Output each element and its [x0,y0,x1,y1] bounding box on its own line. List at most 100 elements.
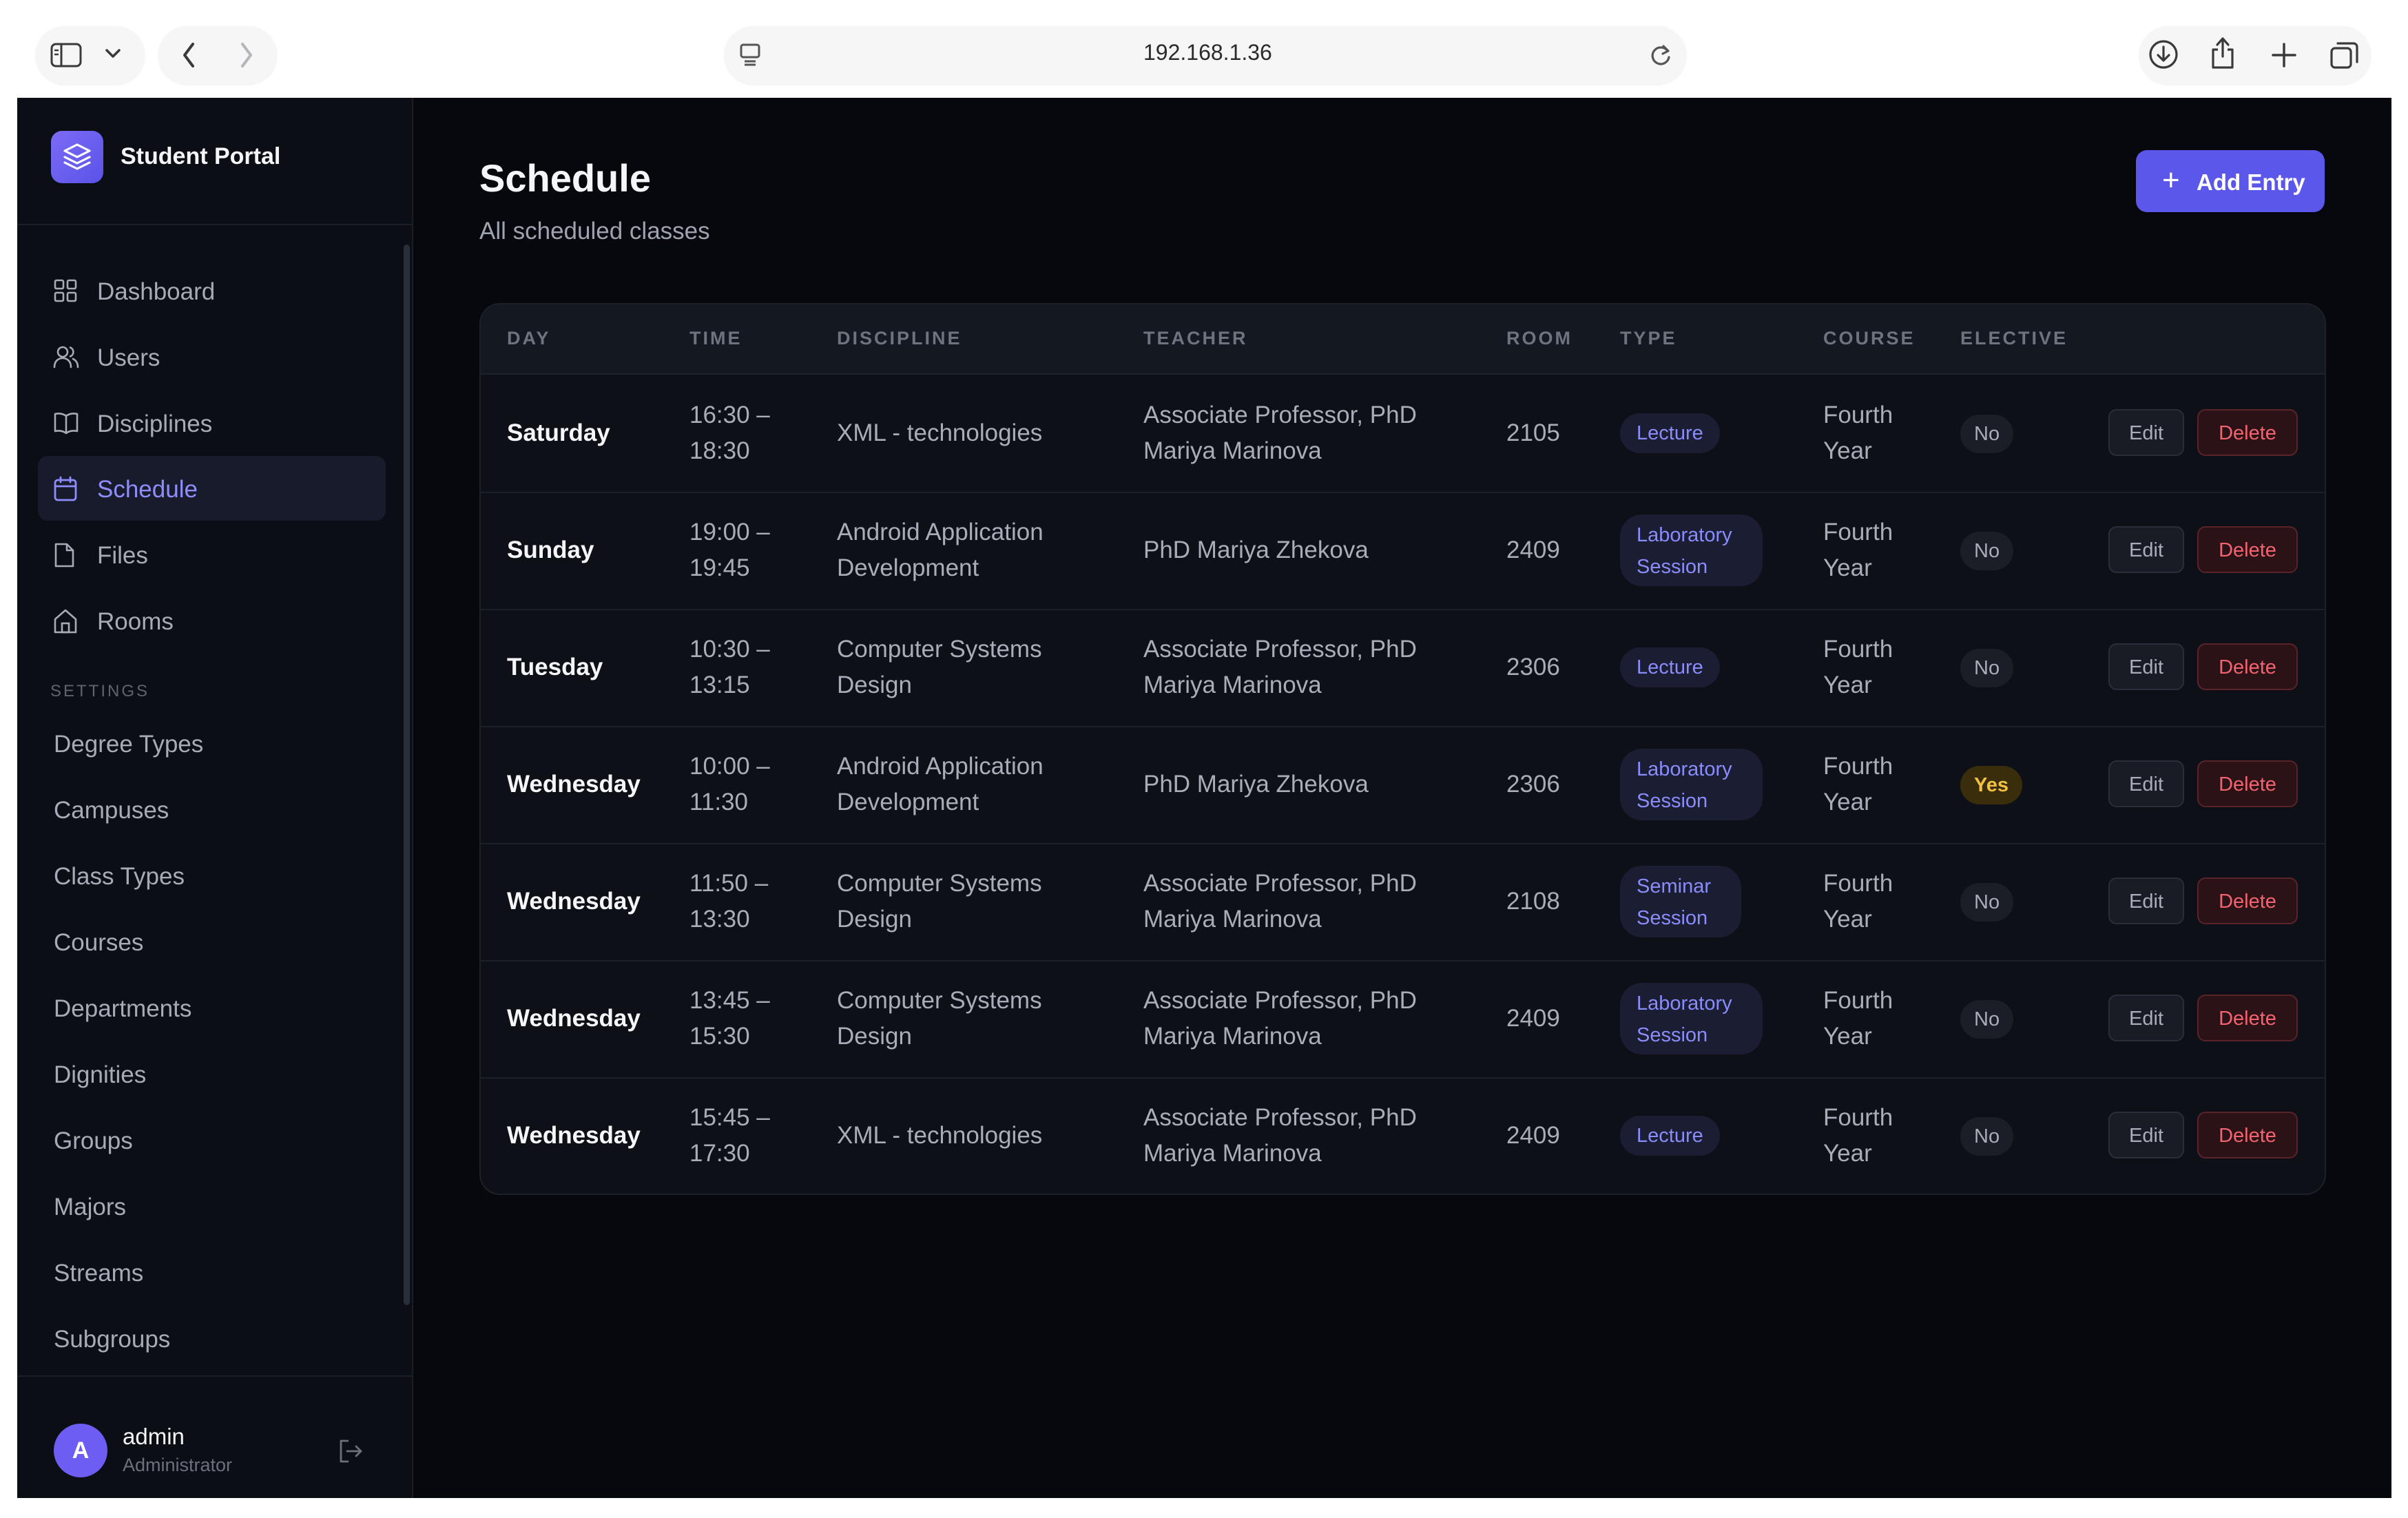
column-header-day: DAY [507,328,551,349]
cell-time-line: 16:30 – [689,402,770,428]
tab-overview-icon[interactable] [2329,40,2360,70]
sidebar-item-schedule[interactable]: Schedule [38,456,386,521]
app-window: Student Portal Dashboard Users Disciplin… [17,98,2391,1498]
elective-badge: No [1960,415,2014,453]
class-type-label: Lecture [1637,1125,1703,1147]
cell-teacher-line: Associate Professor, PhD [1143,870,1417,897]
sidebar-item-rooms[interactable]: Rooms [38,588,386,653]
cell-course-line: Year [1823,789,1872,815]
cell-discipline: XML - technologies [837,415,1042,451]
cell-teacher-line: Mariya Marinova [1143,1140,1322,1167]
cell-time-line: 13:15 [689,672,750,698]
cell-course-line: Year [1823,554,1872,581]
cell-teacher-line: PhD Mariya Zhekova [1143,537,1369,563]
avatar: A [54,1424,107,1477]
column-header-time: TIME [689,328,743,349]
edit-button[interactable]: Edit [2108,760,2184,807]
cell-teacher-line: Associate Professor, PhD [1143,987,1417,1014]
edit-button[interactable]: Edit [2108,643,2184,690]
cell-discipline: Android Application Development [837,749,1044,820]
column-header-room: ROOM [1506,328,1573,349]
sidebar-item-class-types[interactable]: Class Types [54,863,185,891]
cell-time-line: 18:30 [689,437,750,464]
cell-room: 2105 [1506,419,1560,446]
page-settings-icon[interactable] [739,43,761,66]
cell-discipline-line: Computer Systems [837,636,1042,663]
new-tab-icon[interactable] [2270,41,2298,69]
sidebar-scrollbar[interactable] [404,245,410,1305]
forward-icon[interactable] [238,41,255,69]
reload-icon[interactable] [1649,43,1672,67]
delete-button[interactable]: Delete [2197,877,2298,924]
edit-button[interactable]: Edit [2108,995,2184,1041]
share-icon[interactable] [2210,36,2236,70]
class-type-label: Session [1637,556,1708,578]
cell-time-line: 17:30 [689,1140,750,1167]
cell-teacher-line: Mariya Marinova [1143,672,1322,698]
sidebar-item-departments[interactable]: Departments [54,995,191,1023]
edit-button[interactable]: Edit [2108,409,2184,456]
add-entry-label: Add Entry [2197,169,2305,195]
sidebar-item-majors[interactable]: Majors [54,1194,126,1221]
cell-discipline-line: Computer Systems [837,987,1042,1014]
sidebar-item-campuses[interactable]: Campuses [54,797,169,824]
cell-course: Fourth Year [1823,514,1893,586]
class-type-badge: Seminar Session [1620,866,1741,937]
sidebar-item-streams[interactable]: Streams [54,1260,143,1287]
download-icon[interactable] [2148,39,2179,70]
sidebar-item-dignities[interactable]: Dignities [54,1061,146,1089]
cell-teacher: Associate Professor, PhD Mariya Marinova [1143,983,1417,1054]
table-row: Wednesday 15:45 – 17:30 XML - technologies A… [481,1077,2325,1194]
delete-button[interactable]: Delete [2197,1112,2298,1158]
chevron-down-icon[interactable] [105,48,121,59]
cell-teacher: Associate Professor, PhD Mariya Marinova [1143,397,1417,469]
sidebar-item-dashboard[interactable]: Dashboard [38,258,386,323]
user-role: Administrator [123,1455,233,1475]
cell-day: Sunday [507,537,594,563]
sidebar-item-courses[interactable]: Courses [54,929,143,957]
sidebar-item-degree-types[interactable]: Degree Types [54,731,203,758]
sidebar-item-subgroups[interactable]: Subgroups [54,1326,170,1353]
logout-icon[interactable] [338,1438,365,1464]
brand-name: Student Portal [121,143,281,169]
class-type-badge: Lecture [1620,647,1720,687]
cell-discipline-line: Android Application [837,519,1044,545]
table-row: Wednesday 11:50 – 13:30 Computer Systems Des… [481,843,2325,961]
cell-course-line: Fourth [1823,636,1893,663]
delete-button[interactable]: Delete [2197,643,2298,690]
delete-button[interactable]: Delete [2197,409,2298,456]
delete-button[interactable]: Delete [2197,760,2298,807]
schedule-table: DAY TIME DISCIPLINE TEACHER ROOM TYPE CO… [479,303,2326,1195]
class-type-label: Seminar [1637,875,1711,897]
sidebar-item-files[interactable]: Files [38,522,386,587]
edit-button[interactable]: Edit [2108,526,2184,573]
cell-time-line: 19:00 – [689,519,770,545]
cell-time-line: 13:45 – [689,987,770,1014]
sidebar-item-groups[interactable]: Groups [54,1127,133,1155]
class-type-label: Laboratory [1637,524,1732,546]
cell-discipline-line: Design [837,1023,912,1050]
cell-room: 2409 [1506,1005,1560,1032]
cell-day: Wednesday [507,1122,641,1149]
url-text: 192.168.1.36 [1143,40,1272,65]
cell-course-line: Year [1823,1140,1872,1167]
cell-time-line: 19:45 [689,554,750,581]
layers-logo-icon [51,131,103,183]
sidebar: Student Portal Dashboard Users Disciplin… [17,98,413,1498]
sidebar-item-disciplines[interactable]: Disciplines [38,391,386,455]
cell-day: Saturday [507,419,610,446]
delete-button[interactable]: Delete [2197,995,2298,1041]
cell-teacher-line: Mariya Marinova [1143,437,1322,464]
edit-button[interactable]: Edit [2108,877,2184,924]
table-row: Wednesday 13:45 – 15:30 Computer Systems Des… [481,960,2325,1079]
cell-discipline-line: XML - technologies [837,1122,1043,1149]
table-row: Sunday 19:00 – 19:45 Android Application Dev… [481,492,2325,610]
add-entry-button[interactable]: + Add Entry [2136,150,2325,212]
sidebar-item-label: Schedule [97,476,198,503]
edit-button[interactable]: Edit [2108,1112,2184,1158]
delete-button[interactable]: Delete [2197,526,2298,573]
back-icon[interactable] [180,41,197,69]
cell-course-line: Year [1823,1023,1872,1050]
sidebar-item-users[interactable]: Users [38,324,386,389]
sidebar-toggle-icon[interactable] [50,43,82,67]
